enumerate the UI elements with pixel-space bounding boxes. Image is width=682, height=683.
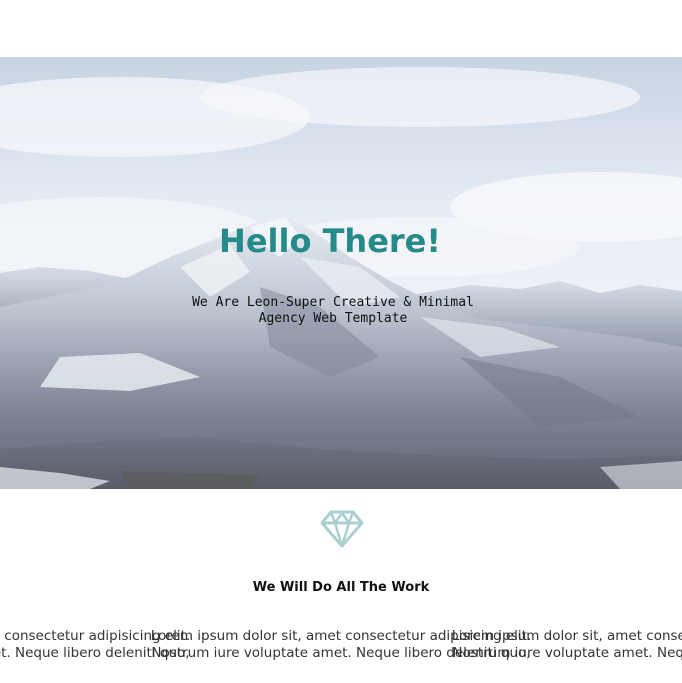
- diamond-icon: [320, 510, 364, 548]
- feature-text-line-1: Lorem ipsum dolor sit, amet consectetur …: [451, 628, 682, 644]
- mountain-background-image: [0, 57, 682, 489]
- hero-title: Hello There!: [219, 222, 441, 260]
- feature-text-line-2: Nostrum iure voluptate amet. Neque liber…: [452, 645, 682, 661]
- hero-section: Hello There! We Are Leon-Super Creative …: [0, 57, 682, 489]
- hero-subtitle: We Are Leon-Super Creative & Minimal Age…: [0, 295, 666, 327]
- feature-title: We Will Do All The Work: [252, 580, 430, 595]
- hero-subtitle-line-2: Agency Web Template: [258, 311, 408, 326]
- feature-column-3: Lorem ipsum dolor sit, amet consectetur …: [412, 628, 682, 662]
- hero-subtitle-line-1: We Are Leon-Super Creative & Minimal: [192, 295, 474, 310]
- page: Hello There! We Are Leon-Super Creative …: [0, 0, 682, 683]
